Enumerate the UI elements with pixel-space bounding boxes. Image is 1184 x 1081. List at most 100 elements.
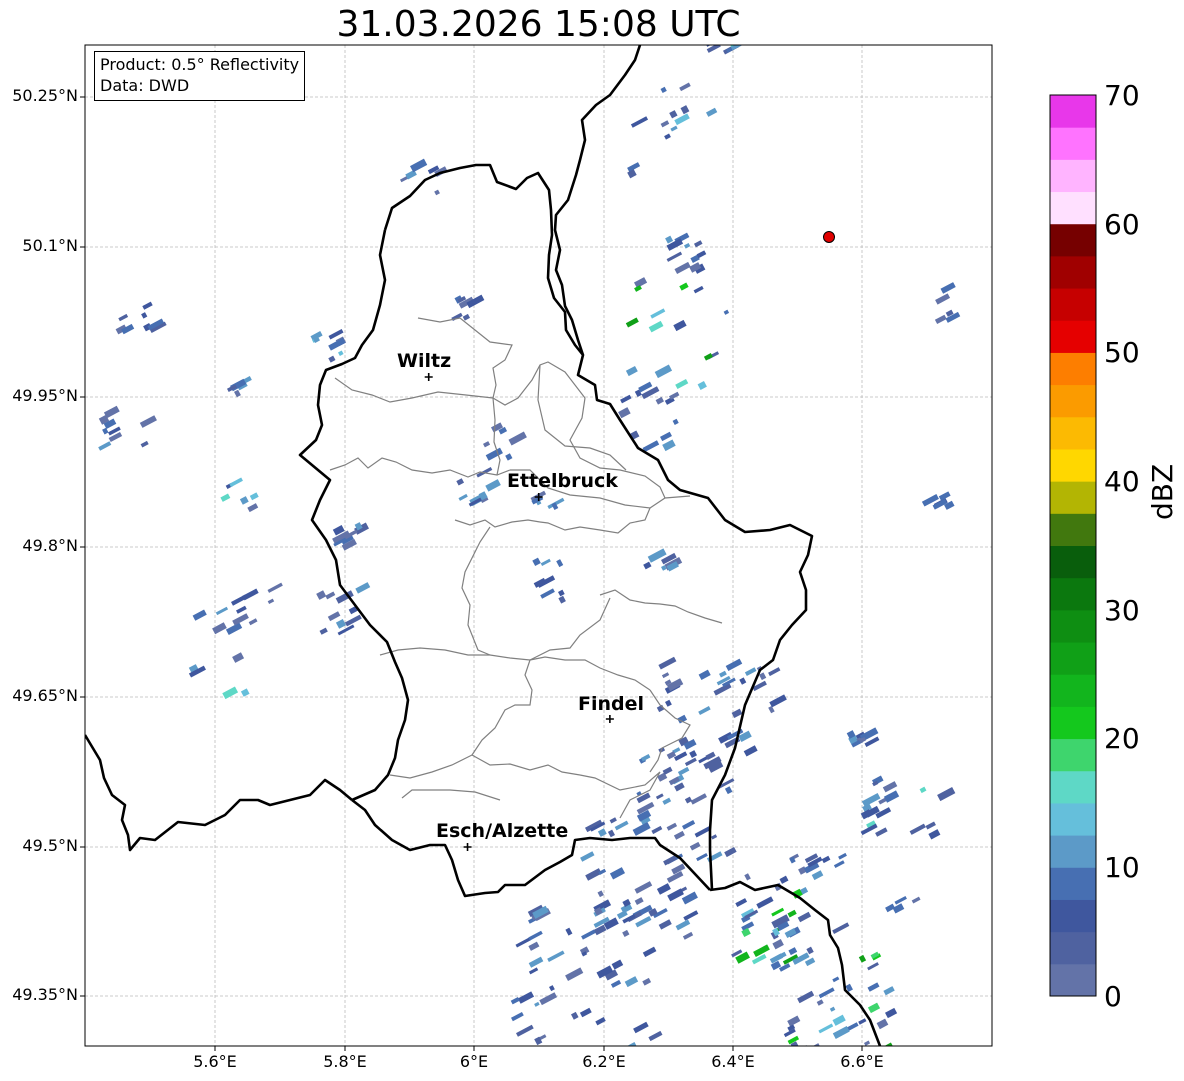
- echo-cell: [579, 1007, 592, 1018]
- echo-cell: [625, 365, 638, 377]
- echo-cell: [663, 855, 677, 866]
- echo-cell: [838, 852, 847, 860]
- echo-cell: [220, 493, 231, 502]
- echo-cell: [934, 314, 947, 325]
- echo-cell: [864, 1040, 871, 1046]
- echo-cell: [571, 1078, 588, 1081]
- echo-cell: [641, 753, 651, 762]
- echo-cell: [674, 261, 691, 274]
- echo-cell: [679, 282, 689, 291]
- echo-cell: [673, 830, 685, 840]
- echo-cell: [539, 992, 558, 1006]
- echo-cell: [867, 1002, 881, 1014]
- echo-cell: [665, 699, 672, 707]
- city-marker: [463, 843, 472, 851]
- echo-cell: [624, 976, 639, 988]
- echo-cell: [832, 1025, 850, 1039]
- lon-label: 6.2°E: [582, 1052, 626, 1071]
- echo-cell: [706, 107, 718, 117]
- echo-cell: [517, 991, 535, 1004]
- echo-cell: [344, 614, 362, 627]
- echo-cell: [883, 1042, 894, 1046]
- echo-cell: [797, 911, 812, 923]
- echo-cell: [556, 559, 564, 568]
- echo-cell: [516, 1024, 534, 1037]
- colorbar-segment: [1050, 191, 1096, 225]
- echo-cell: [797, 990, 815, 1004]
- echo-cell: [885, 903, 896, 913]
- echo-cell: [666, 251, 683, 262]
- echo-cell: [235, 605, 247, 614]
- radar-map[interactable]: [0, 0, 1184, 1081]
- echo-cell: [680, 105, 690, 115]
- echo-cell: [528, 956, 544, 968]
- echo-cell: [718, 670, 727, 678]
- grid-lines: [85, 45, 992, 1046]
- echo-cell: [662, 439, 676, 452]
- echo-cell: [118, 313, 129, 322]
- echo-cell: [609, 817, 617, 824]
- echo-cell: [684, 757, 697, 767]
- echo-cell: [706, 45, 721, 53]
- echo-cell: [485, 447, 503, 461]
- echo-cell: [724, 786, 733, 795]
- echo-cell: [141, 312, 148, 319]
- echo-cell: [215, 606, 229, 616]
- echo-cell: [759, 672, 767, 681]
- echo-cell: [595, 1017, 606, 1026]
- colorbar-segment: [1050, 642, 1096, 675]
- echo-cell: [316, 590, 327, 600]
- echo-cell: [787, 909, 797, 918]
- echo-cell: [677, 766, 690, 776]
- echo-cell: [696, 852, 708, 862]
- data-source-label: Data: DWD: [100, 76, 190, 95]
- colorbar-segment: [1050, 706, 1096, 740]
- lat-label: 49.65°N: [12, 686, 78, 705]
- echo-cell: [622, 929, 630, 938]
- echo-cell: [935, 293, 951, 305]
- echo-cell: [234, 389, 241, 398]
- echo-cell: [140, 440, 149, 448]
- echo-cell: [232, 652, 245, 663]
- echo-cell: [772, 939, 784, 950]
- echo-cell: [611, 959, 624, 970]
- echo-cell: [858, 1018, 867, 1025]
- echo-cell: [515, 937, 531, 948]
- echo-cell: [634, 897, 644, 905]
- echo-cell: [689, 750, 698, 759]
- echo-cell: [669, 391, 680, 400]
- plot-frame: [80, 44, 993, 1051]
- echo-cell: [669, 110, 678, 119]
- echo-cell: [625, 317, 639, 328]
- echo-cell: [229, 477, 243, 488]
- echo-cell: [655, 396, 664, 405]
- echo-cell: [858, 954, 867, 963]
- echo-cell: [698, 669, 711, 680]
- colorbar-tick-label: 70: [1104, 79, 1140, 112]
- radar-site-marker[interactable]: [823, 231, 835, 243]
- echo-cell: [642, 977, 652, 986]
- echo-cell: [327, 611, 341, 622]
- echo-cell: [518, 1064, 531, 1073]
- echo-cell: [694, 826, 711, 838]
- echo-cell: [711, 834, 718, 840]
- echo-cell: [832, 922, 850, 934]
- colorbar-segment: [1050, 127, 1096, 160]
- echo-cell: [735, 898, 748, 908]
- colorbar-segment: [1050, 223, 1096, 257]
- echo-cell: [142, 301, 153, 310]
- city-label-ettelbruck: Ettelbruck: [507, 470, 618, 492]
- colorbar-tick-label: 50: [1104, 336, 1140, 369]
- echo-cell: [682, 820, 696, 830]
- echo-cell: [634, 881, 653, 894]
- colorbar-segment: [1050, 95, 1096, 128]
- colorbar-segment: [1050, 770, 1096, 804]
- echo-cell: [662, 797, 672, 805]
- colorbar-segment: [1050, 513, 1096, 546]
- lon-label: 6°E: [459, 1052, 489, 1071]
- echo-cell: [724, 847, 737, 858]
- echo-cell: [267, 598, 275, 605]
- echo-cell: [565, 927, 573, 936]
- echo-cell: [658, 656, 677, 670]
- echo-cell: [660, 431, 672, 442]
